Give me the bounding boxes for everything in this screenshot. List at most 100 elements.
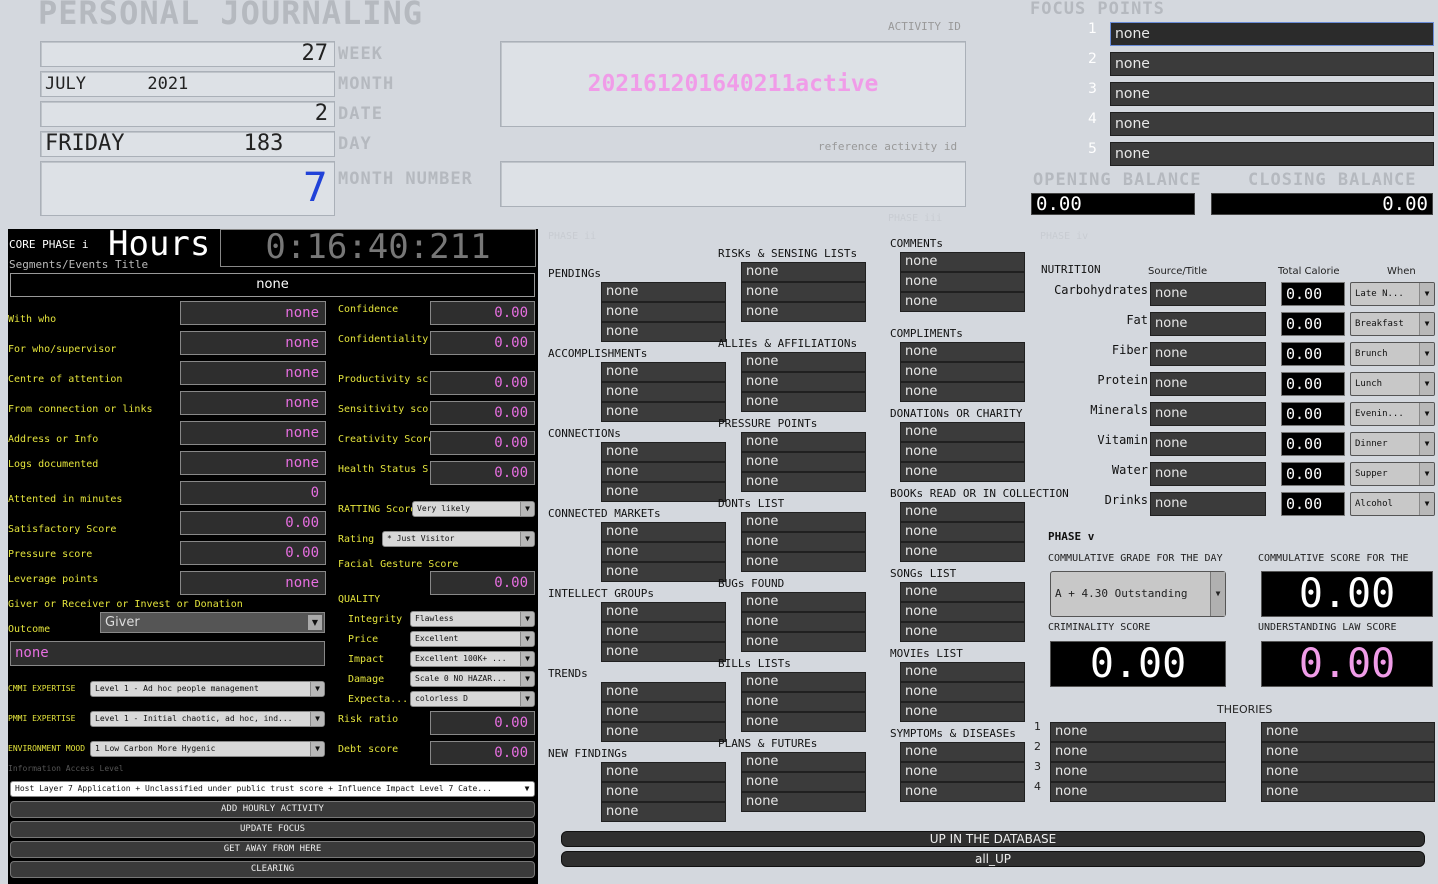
theory-right-field[interactable]: none <box>1261 722 1435 742</box>
trends-item[interactable]: none <box>601 702 726 722</box>
confidence-field[interactable]: 0.00 <box>430 301 535 325</box>
segments-title-field[interactable]: none <box>10 273 535 297</box>
compliments-item[interactable]: none <box>900 342 1025 362</box>
new-findings-item[interactable]: none <box>601 762 726 782</box>
grade-dropdown[interactable]: A + 4.30 Outstanding ▼ <box>1050 571 1226 617</box>
debt-score-field[interactable]: 0.00 <box>430 741 535 765</box>
outcome-text-field[interactable]: none <box>10 641 325 666</box>
protein-source-field[interactable]: none <box>1150 372 1266 396</box>
new-findings-item[interactable]: none <box>601 802 726 822</box>
pressure-score-field[interactable]: 0.00 <box>180 541 326 565</box>
fat-calorie-field[interactable]: 0.00 <box>1281 312 1345 336</box>
books-read-or-in-collection-item[interactable]: none <box>900 502 1025 522</box>
trends-item[interactable]: none <box>601 682 726 702</box>
accomplishments-item[interactable]: none <box>601 362 726 382</box>
intellect-groups-item[interactable]: none <box>601 642 726 662</box>
donations-or-charity-item[interactable]: none <box>900 422 1025 442</box>
closing-balance-field[interactable]: 0.00 <box>1211 193 1433 215</box>
facial-gesture-field[interactable]: 0.00 <box>430 571 535 595</box>
carbohydrates-when-dropdown[interactable]: Late N... ▼ <box>1350 282 1435 306</box>
allies-affiliations-item[interactable]: none <box>741 352 866 372</box>
quality-expecta-dropdown[interactable]: colorless D ▼ <box>410 691 535 707</box>
all-up-button[interactable]: all_UP <box>561 851 1425 867</box>
connected-markets-item[interactable]: none <box>601 542 726 562</box>
date-field[interactable]: 2 <box>40 101 335 127</box>
fiber-source-field[interactable]: none <box>1150 342 1266 366</box>
plans-futures-item[interactable]: none <box>741 792 866 812</box>
symptoms-diseases-item[interactable]: none <box>900 762 1025 782</box>
add-hourly-activity-button[interactable]: ADD HOURLY ACTIVITY <box>10 801 535 818</box>
bugs-found-item[interactable]: none <box>741 632 866 652</box>
risks-sensing-lists-item[interactable]: none <box>741 302 866 322</box>
focus-point-input[interactable]: none <box>1110 112 1434 136</box>
update-focus-button[interactable]: UPDATE FOCUS <box>10 821 535 838</box>
with-who-field[interactable]: none <box>180 301 326 325</box>
movies-list-item[interactable]: none <box>900 702 1025 722</box>
sensitivity-score-field[interactable]: 0.00 <box>430 401 535 425</box>
vitamin-source-field[interactable]: none <box>1150 432 1266 456</box>
connected-markets-item[interactable]: none <box>601 522 726 542</box>
drinks-source-field[interactable]: none <box>1150 492 1266 516</box>
drinks-when-dropdown[interactable]: Alcohol ▼ <box>1350 492 1435 516</box>
pendings-item[interactable]: none <box>601 302 726 322</box>
fat-source-field[interactable]: none <box>1150 312 1266 336</box>
fat-when-dropdown[interactable]: Breakfast ▼ <box>1350 312 1435 336</box>
opening-balance-field[interactable]: 0.00 <box>1031 193 1195 215</box>
trends-item[interactable]: none <box>601 722 726 742</box>
accomplishments-item[interactable]: none <box>601 402 726 422</box>
environment-mood-dropdown[interactable]: 1 Low Carbon More Hygenic ▼ <box>90 741 325 757</box>
books-read-or-in-collection-item[interactable]: none <box>900 522 1025 542</box>
bugs-found-item[interactable]: none <box>741 592 866 612</box>
theory-right-field[interactable]: none <box>1261 782 1435 802</box>
comments-item[interactable]: none <box>900 252 1025 272</box>
allies-affiliations-item[interactable]: none <box>741 372 866 392</box>
logs-documented-field[interactable]: none <box>180 451 326 475</box>
bills-lists-item[interactable]: none <box>741 712 866 732</box>
day-field[interactable]: FRIDAY 183 <box>40 131 335 157</box>
connections-item[interactable]: none <box>601 462 726 482</box>
books-read-or-in-collection-item[interactable]: none <box>900 542 1025 562</box>
movies-list-item[interactable]: none <box>900 682 1025 702</box>
confidentiality-field[interactable]: 0.00 <box>430 331 535 355</box>
allies-affiliations-item[interactable]: none <box>741 392 866 412</box>
activity-id-field[interactable]: 202161201640211active <box>500 41 966 127</box>
theory-left-field[interactable]: none <box>1050 742 1226 762</box>
symptoms-diseases-item[interactable]: none <box>900 782 1025 802</box>
comments-item[interactable]: none <box>900 272 1025 292</box>
cmmi-dropdown[interactable]: Level 1 - Ad hoc people management ▼ <box>90 681 325 697</box>
theory-left-field[interactable]: none <box>1050 782 1226 802</box>
satisfactory-score-field[interactable]: 0.00 <box>180 511 326 535</box>
clearing-button[interactable]: CLEARING <box>10 861 535 878</box>
theory-left-field[interactable]: none <box>1050 722 1226 742</box>
from-connection-or-links-field[interactable]: none <box>180 391 326 415</box>
intellect-groups-item[interactable]: none <box>601 622 726 642</box>
quality-damage-dropdown[interactable]: Scale 0 NO HAZAR... ▼ <box>410 671 535 687</box>
donations-or-charity-item[interactable]: none <box>900 442 1025 462</box>
pmmi-dropdown[interactable]: Level 1 - Initial chaotic, ad hoc, ind..… <box>90 711 325 727</box>
quality-price-dropdown[interactable]: Excellent ▼ <box>410 631 535 647</box>
plans-futures-item[interactable]: none <box>741 752 866 772</box>
minerals-when-dropdown[interactable]: Evenin... ▼ <box>1350 402 1435 426</box>
outcome-dropdown[interactable]: Giver ▼ <box>100 612 325 633</box>
compliments-item[interactable]: none <box>900 382 1025 402</box>
focus-point-input[interactable]: none <box>1110 22 1434 46</box>
theory-right-field[interactable]: none <box>1261 762 1435 782</box>
carbohydrates-calorie-field[interactable]: 0.00 <box>1281 282 1345 306</box>
pendings-item[interactable]: none <box>601 282 726 302</box>
theory-left-field[interactable]: none <box>1050 762 1226 782</box>
quality-impact-dropdown[interactable]: Excellent 100K+ ... ▼ <box>410 651 535 667</box>
songs-list-item[interactable]: none <box>900 622 1025 642</box>
songs-list-item[interactable]: none <box>900 602 1025 622</box>
get-away-from-here-button[interactable]: GET AWAY FROM HERE <box>10 841 535 858</box>
risk-ratio-field[interactable]: 0.00 <box>430 711 535 735</box>
donts-list-item[interactable]: none <box>741 532 866 552</box>
up-in-the-database-button[interactable]: UP IN THE DATABASE <box>561 831 1425 847</box>
minerals-calorie-field[interactable]: 0.00 <box>1281 402 1345 426</box>
leverage-points-field[interactable]: none <box>180 571 326 595</box>
drinks-calorie-field[interactable]: 0.00 <box>1281 492 1345 516</box>
ratting-score-dropdown[interactable]: Very likely ▼ <box>412 501 535 517</box>
protein-calorie-field[interactable]: 0.00 <box>1281 372 1345 396</box>
water-when-dropdown[interactable]: Supper ▼ <box>1350 462 1435 486</box>
vitamin-when-dropdown[interactable]: Dinner ▼ <box>1350 432 1435 456</box>
songs-list-item[interactable]: none <box>900 582 1025 602</box>
